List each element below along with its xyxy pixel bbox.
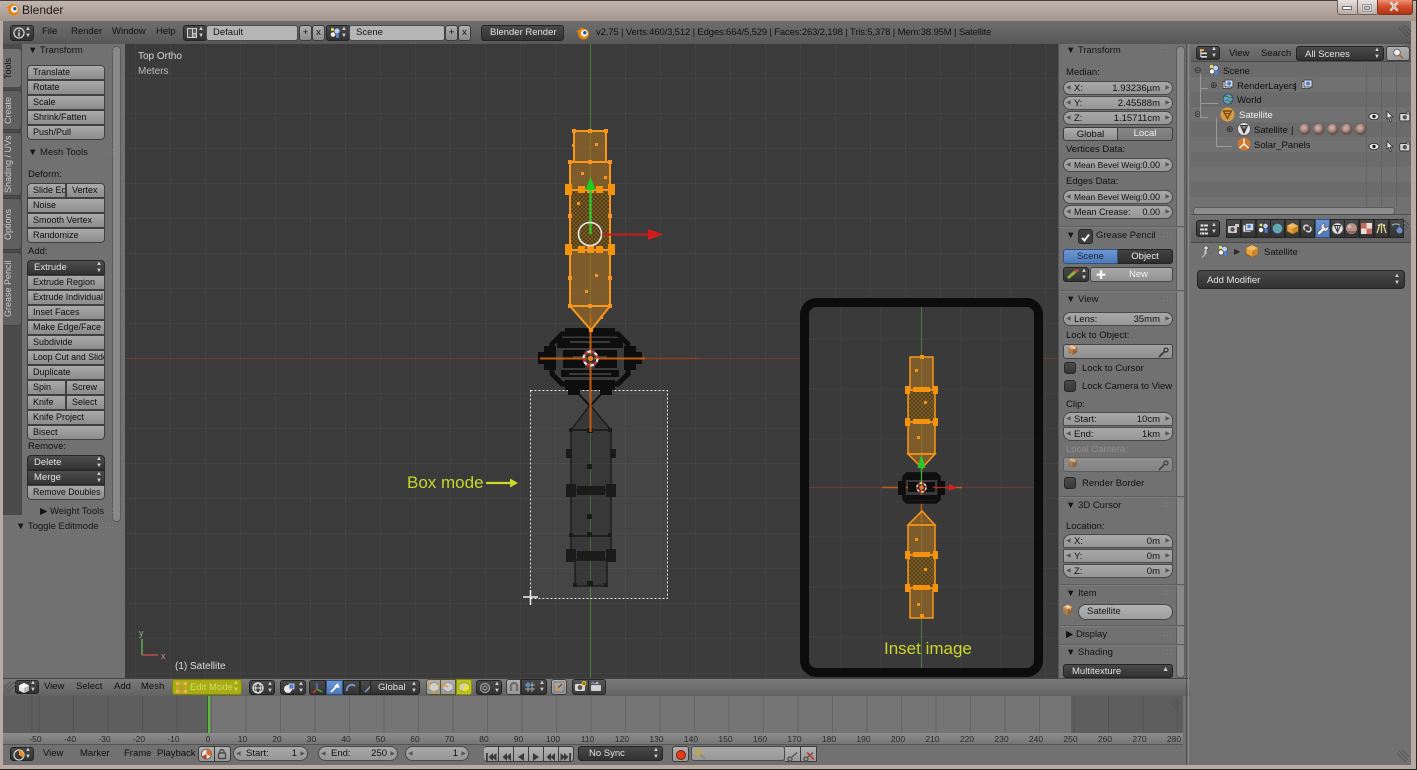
svg-text:Inset image: Inset image — [884, 639, 972, 658]
svg-text:(1) Satellite: (1) Satellite — [175, 661, 226, 672]
svg-text:Top Ortho: Top Ortho — [138, 51, 182, 62]
svg-text:Meters: Meters — [138, 66, 169, 77]
svg-text:x: x — [161, 651, 166, 661]
svg-text:y: y — [139, 628, 144, 638]
svg-text:Box mode: Box mode — [407, 473, 484, 492]
